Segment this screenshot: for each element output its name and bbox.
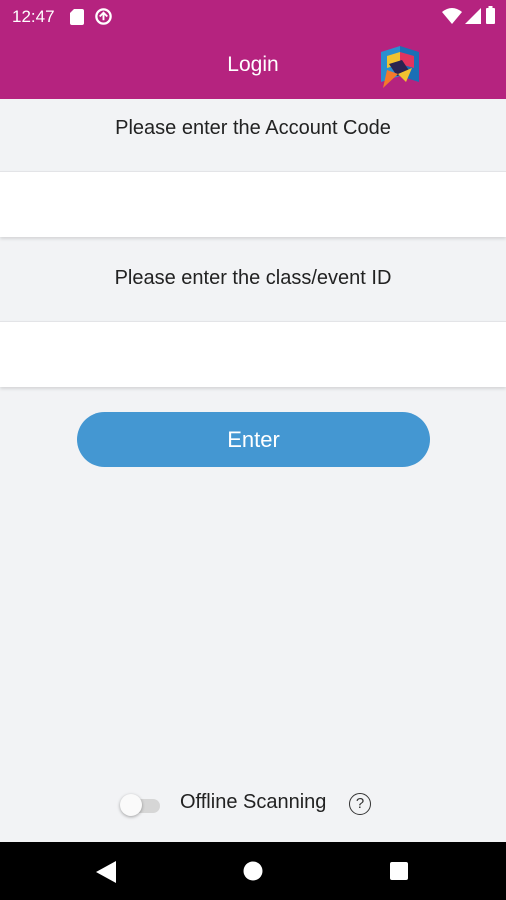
back-icon[interactable] [96,861,116,883]
app-logo [381,46,419,88]
class-event-id-input[interactable] [0,321,506,387]
offline-scanning-label: Offline Scanning [180,791,327,813]
account-code-input[interactable] [0,171,506,237]
enter-button[interactable]: Enter [77,412,430,467]
help-icon[interactable]: ? [349,793,371,815]
data-saver-icon [95,8,112,25]
recents-icon[interactable] [390,862,408,880]
sd-card-icon [70,9,84,25]
page-title: Login [227,53,279,76]
status-time: 12:47 [12,7,55,26]
wifi-icon [442,8,462,24]
navigation-bar [0,842,506,900]
toggle-thumb [120,794,142,816]
cell-signal-icon [465,8,481,24]
class-event-prompt: Please enter the class/event ID [114,267,392,289]
account-code-prompt: Please enter the Account Code [115,117,391,139]
status-bar: 12:47 [0,0,506,34]
login-screen: 12:47 Login Please enter the Account Cod… [0,0,506,900]
app-bar: Login [0,34,506,99]
offline-scanning-toggle[interactable] [120,794,160,816]
home-icon[interactable] [243,861,263,881]
battery-icon [486,6,495,24]
